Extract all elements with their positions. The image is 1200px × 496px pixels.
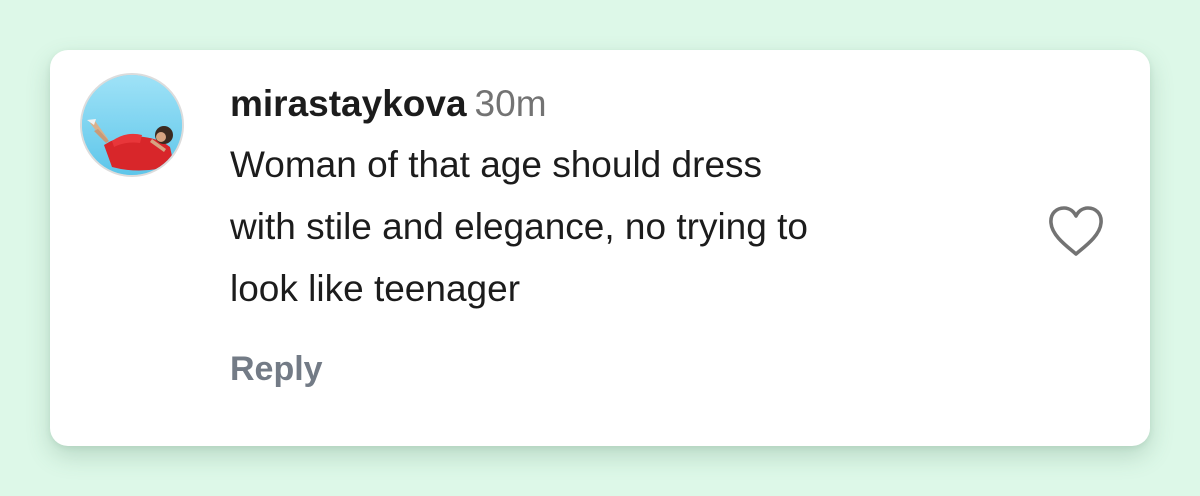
comment-text: Woman of that age should dress with stil…	[230, 134, 1030, 320]
comment-text-line: Woman of that age should dress	[230, 144, 763, 185]
like-button[interactable]	[1046, 204, 1106, 260]
reply-button[interactable]: Reply	[230, 350, 323, 389]
comment-content: mirastaykova 30m Woman of that age should…	[230, 78, 1030, 320]
comment-header: mirastaykova 30m	[230, 78, 1030, 130]
comment-text-line: with stile and elegance, no trying to	[230, 206, 808, 247]
username-link[interactable]: mirastaykova	[230, 83, 467, 124]
user-avatar[interactable]	[80, 73, 184, 177]
comment-timestamp[interactable]: 30m	[475, 83, 547, 124]
comment-text-line: look like teenager	[230, 268, 521, 309]
avatar-image	[82, 75, 182, 175]
comment-card: mirastaykova 30m Woman of that age should…	[50, 50, 1150, 446]
heart-outline-icon	[1049, 206, 1103, 256]
